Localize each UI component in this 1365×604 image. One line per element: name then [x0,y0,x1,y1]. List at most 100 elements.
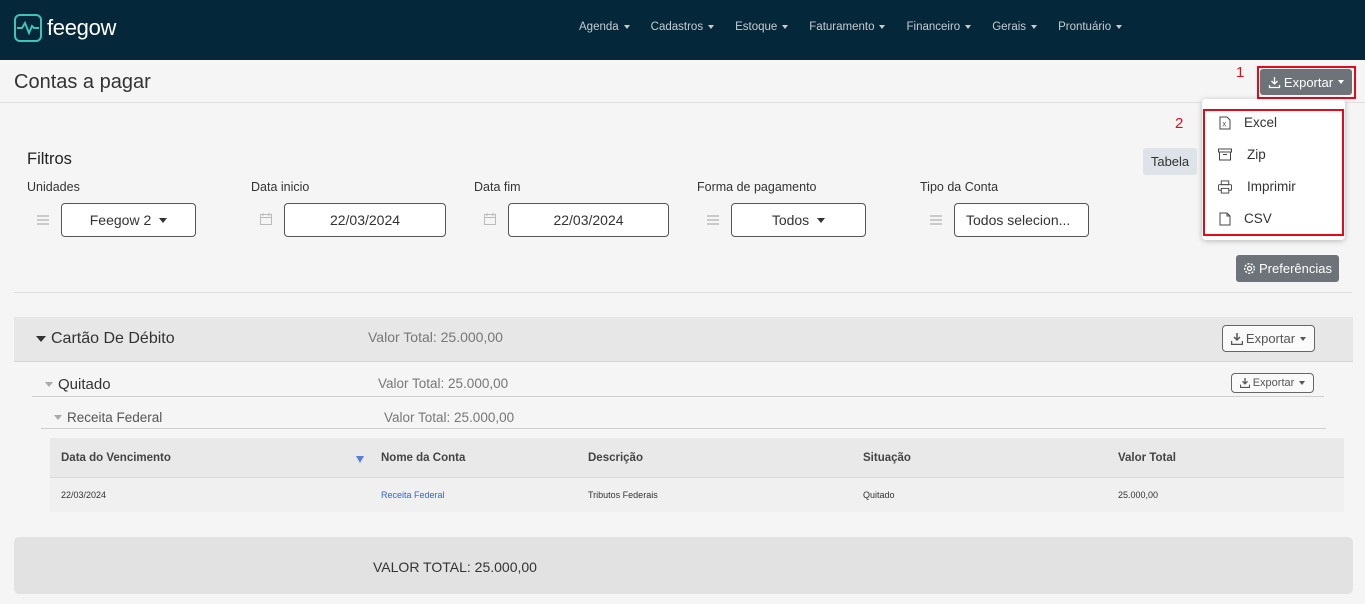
unidades-value: Feegow 2 [89,212,152,228]
chevron-down-icon [879,25,886,29]
nav-label: Prontuário [1058,21,1112,33]
accounts-table: Data do Vencimento Nome da Conta Descriç… [50,438,1344,512]
filter-label-data-inicio: Data inicio [251,180,310,194]
top-navbar: feegow Agenda Cadastros Estoque Faturame… [0,0,1365,60]
forma-pagamento-value: Todos [771,212,810,228]
app-name: feegow [47,15,117,40]
column-header-nome-conta[interactable]: Nome da Conta [381,452,465,464]
filter-label-forma-pagamento: Forma de pagamento [697,180,817,194]
nav-label: Financeiro [906,21,961,33]
feegow-logo-icon [14,14,42,42]
tipo-conta-value: Todos selecion... [966,212,1071,228]
gear-icon [1243,262,1256,275]
cell-nome-conta-link[interactable]: Receita Federal [381,490,445,500]
cell-situacao: Quitado [863,490,895,500]
column-header-situacao[interactable]: Situação [863,452,911,464]
data-fim-value: 22/03/2024 [553,212,624,228]
section-divider [14,292,1352,293]
divider [41,428,1326,429]
caret-down-icon [54,415,62,420]
chevron-down-icon [1338,80,1345,84]
chevron-down-icon [1031,25,1038,29]
download-icon [1230,332,1243,345]
nav-financeiro[interactable]: Financeiro [906,21,972,33]
tipo-conta-select[interactable]: Todos selecion... [954,203,1089,237]
group-toggle-quitado[interactable]: Quitado [45,376,111,393]
group-cartao-debito: Cartão De Débito Valor Total: 25.000,00 … [14,317,1353,362]
chevron-down-icon [1300,336,1307,341]
grand-total-panel: VALOR TOTAL: 25.000,00 [14,537,1353,594]
data-inicio-value: 22/03/2024 [329,212,401,228]
calendar-icon [260,212,272,228]
data-fim-input[interactable]: 22/03/2024 [508,203,669,237]
annotation-step-1: 1 [1236,64,1245,81]
table-header: Data do Vencimento Nome da Conta Descriç… [50,438,1344,478]
filter-label-unidades: Unidades [27,180,80,194]
cell-descricao: Tributos Federais [588,490,658,500]
group-total: Valor Total: 25.000,00 [368,329,503,345]
table-row: 22/03/2024 Receita Federal Tributos Fede… [50,478,1344,512]
forma-pagamento-select[interactable]: Todos [731,203,866,237]
annotation-highlight-menu [1203,109,1344,236]
header-divider [0,102,1365,103]
chevron-down-icon [817,217,826,223]
preferences-label: Preferências [1259,261,1332,276]
app-logo[interactable]: feegow [14,14,116,42]
calendar-icon [484,212,496,228]
column-header-descricao[interactable]: Descrição [588,452,643,464]
table-view-button[interactable]: Tabela [1143,148,1197,175]
chevron-down-icon [623,25,630,29]
grand-total: VALOR TOTAL: 25.000,00 [373,559,537,575]
nav-label: Cadastros [650,21,704,33]
page-title: Contas a pagar [14,71,151,93]
group-export-button[interactable]: Exportar [1222,325,1315,352]
group-toggle-cartao-debito[interactable]: Cartão De Débito [36,330,175,348]
export-button-label: Exportar [1283,74,1334,90]
nav-label: Agenda [579,21,619,33]
export-button[interactable]: Exportar [1260,69,1352,95]
group-toggle-receita-federal[interactable]: Receita Federal [54,410,162,425]
group-title: Receita Federal [67,410,163,425]
chevron-down-icon [159,217,168,223]
nav-label: Estoque [735,21,778,33]
nav-estoque[interactable]: Estoque [735,21,789,33]
main-nav: Agenda Cadastros Estoque Faturamento Fin… [579,21,1143,33]
chevron-down-icon [782,25,789,29]
chevron-down-icon [1299,381,1306,385]
subgroup-export-button[interactable]: Exportar [1231,373,1314,393]
filter-label-tipo-conta: Tipo da Conta [920,180,999,194]
caret-down-icon [45,382,53,387]
nav-gerais[interactable]: Gerais [992,21,1038,33]
nav-agenda[interactable]: Agenda [579,21,630,33]
filter-label-data-fim: Data fim [474,180,521,194]
group-total: Valor Total: 25.000,00 [378,376,509,391]
caret-down-icon [36,336,46,342]
filters-title: Filtros [27,150,72,168]
cell-valor-total: 25.000,00 [1118,490,1159,500]
list-icon [707,212,719,228]
chevron-down-icon [1116,25,1123,29]
group-title: Quitado [58,376,111,393]
divider [32,396,1324,397]
chevron-down-icon [965,25,972,29]
nav-prontuario[interactable]: Prontuário [1058,21,1123,33]
column-header-vencimento[interactable]: Data do Vencimento [61,452,171,464]
export-label: Exportar [1252,377,1295,389]
cell-vencimento: 22/03/2024 [61,490,107,500]
nav-cadastros[interactable]: Cadastros [650,21,715,33]
nav-faturamento[interactable]: Faturamento [809,21,886,33]
export-label: Exportar [1245,331,1296,346]
annotation-step-2: 2 [1175,115,1184,132]
download-icon [1239,378,1250,388]
sort-desc-icon[interactable] [356,456,364,463]
download-icon [1268,76,1281,88]
data-inicio-input[interactable]: 22/03/2024 [284,203,446,237]
column-header-valor-total[interactable]: Valor Total [1118,452,1176,464]
preferences-button[interactable]: Preferências [1236,255,1339,282]
nav-label: Faturamento [809,21,875,33]
chevron-down-icon [708,25,715,29]
group-title: Cartão De Débito [51,330,175,347]
list-icon [930,212,942,228]
unidades-select[interactable]: Feegow 2 [61,203,196,237]
nav-label: Gerais [992,21,1027,33]
